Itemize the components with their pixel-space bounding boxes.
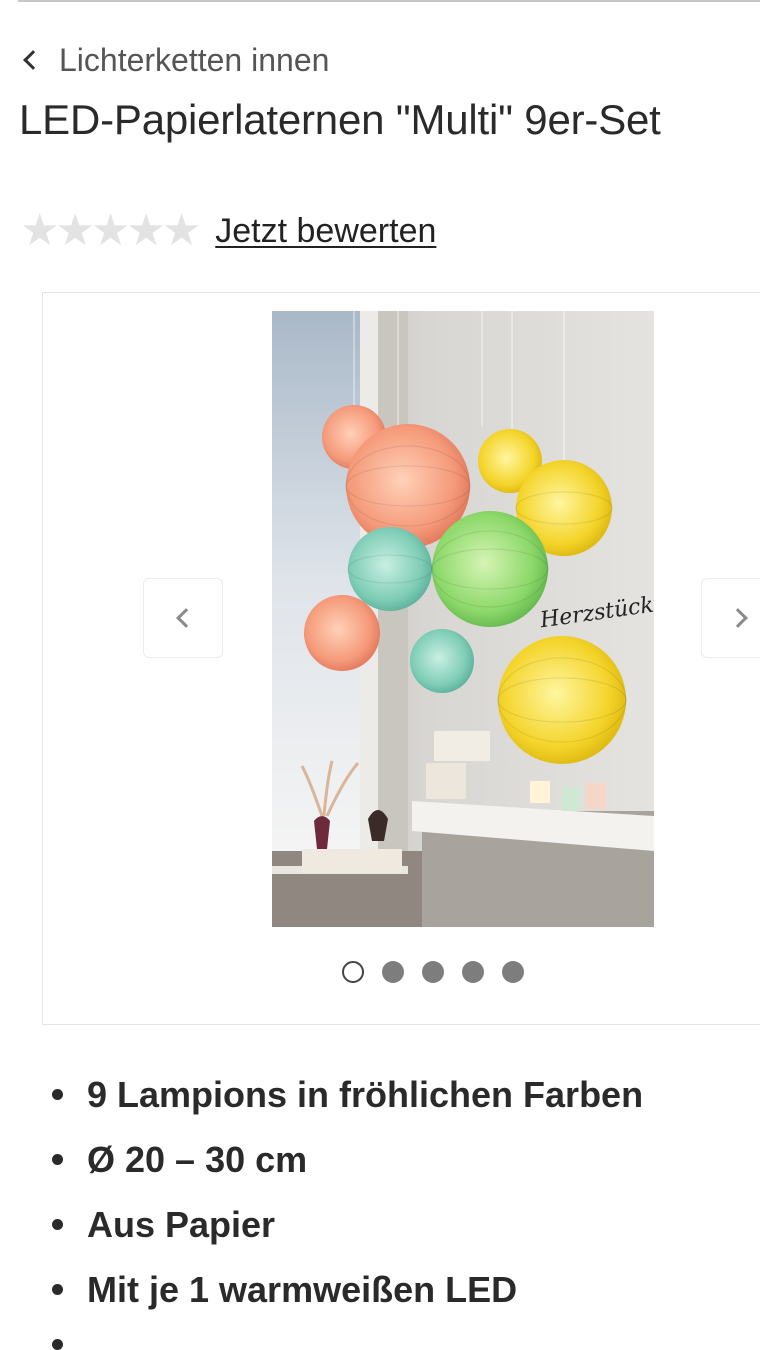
chevron-left-icon — [23, 50, 43, 70]
product-image[interactable]: Herzstück — [272, 311, 654, 927]
top-divider — [18, 0, 760, 2]
rate-now-link[interactable]: Jetzt bewerten — [215, 212, 436, 251]
feature-text: Ø 20 – 30 cm — [87, 1139, 308, 1180]
star-icon[interactable]: ★ — [55, 209, 94, 253]
feature-text: Mit je 1 warmweißen LED — [87, 1269, 518, 1310]
feature-item: Ø 20 – 30 cm — [52, 1127, 643, 1192]
bullet-icon — [52, 1284, 63, 1295]
gallery-dot-3[interactable] — [422, 961, 444, 983]
product-title: LED-Papierlaternen "Multi" 9er-Set — [19, 96, 661, 143]
star-icon[interactable]: ★ — [20, 209, 59, 253]
star-icon[interactable]: ★ — [162, 209, 201, 253]
gallery-prev-button[interactable] — [143, 578, 223, 658]
gallery-dot-5[interactable] — [502, 961, 524, 983]
feature-item: 9 Lampions in fröhlichen Farben — [52, 1062, 643, 1127]
star-icon[interactable]: ★ — [91, 209, 130, 253]
bullet-icon — [52, 1339, 63, 1350]
bullet-icon — [52, 1219, 63, 1230]
bullet-icon — [52, 1089, 63, 1100]
rating-stars[interactable]: ★ ★ ★ ★ ★ — [20, 209, 201, 253]
product-photo-illustration: Herzstück — [272, 311, 654, 927]
star-icon[interactable]: ★ — [126, 209, 165, 253]
feature-item: Aus Papier — [52, 1192, 643, 1257]
breadcrumb-link[interactable]: Lichterketten innen — [59, 42, 329, 79]
feature-text: 9 Lampions in fröhlichen Farben — [87, 1074, 644, 1115]
product-image-gallery: Herzstück — [42, 292, 760, 1025]
breadcrumb[interactable]: Lichterketten innen — [20, 40, 329, 80]
chevron-right-icon — [728, 608, 748, 628]
bullet-icon — [52, 1154, 63, 1165]
gallery-pagination — [43, 961, 760, 983]
rating-row: ★ ★ ★ ★ ★ Jetzt bewerten — [20, 206, 436, 256]
gallery-next-button[interactable] — [701, 578, 760, 658]
gallery-dot-2[interactable] — [382, 961, 404, 983]
chevron-left-icon — [176, 608, 196, 628]
feature-item: Mit je 1 warmweißen LED — [52, 1257, 643, 1322]
gallery-dot-4[interactable] — [462, 961, 484, 983]
feature-text: Aus Papier — [87, 1204, 276, 1245]
feature-list: 9 Lampions in fröhlichen Farben Ø 20 – 3… — [52, 1062, 643, 1350]
gallery-dot-1[interactable] — [342, 961, 364, 983]
